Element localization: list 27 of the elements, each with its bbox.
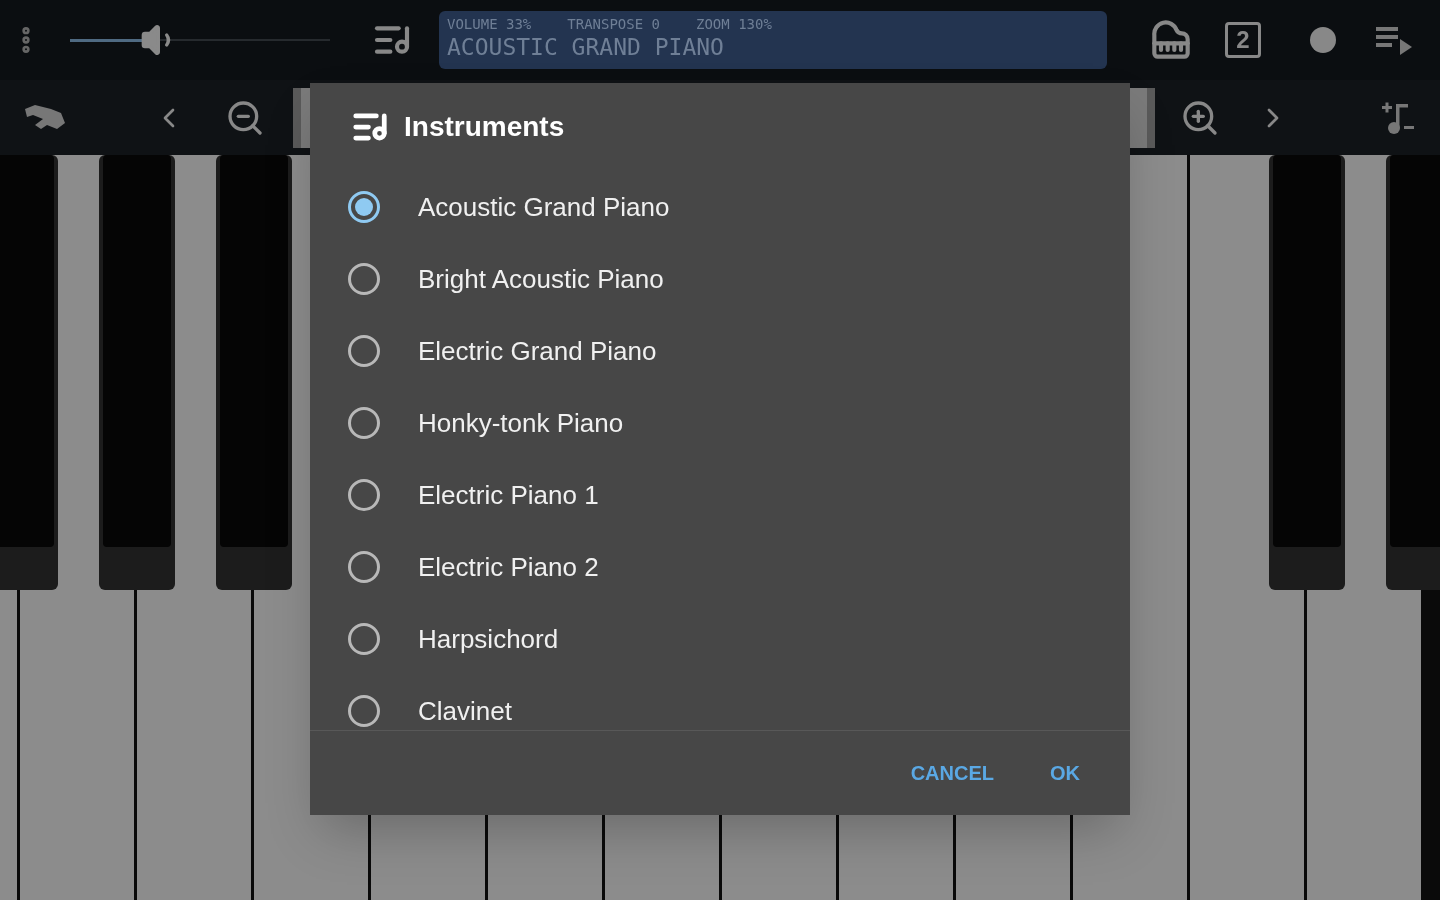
instrument-option[interactable]: Electric Grand Piano [310, 315, 1130, 387]
instrument-option[interactable]: Harpsichord [310, 603, 1130, 675]
instrument-option[interactable]: Electric Piano 1 [310, 459, 1130, 531]
instrument-option[interactable]: Clavinet [310, 675, 1130, 730]
track-number-badge[interactable]: 2 [1225, 22, 1261, 58]
dialog-button[interactable]: CANCEL [892, 750, 1012, 796]
record-icon[interactable] [1310, 27, 1336, 53]
instrument-option[interactable]: Bright Acoustic Piano [310, 243, 1130, 315]
radio-button[interactable] [348, 407, 380, 439]
dialog-button[interactable]: OK [1032, 750, 1098, 796]
volume-slider[interactable] [70, 25, 330, 55]
instrument-option[interactable]: Electric Piano 2 [310, 531, 1130, 603]
lcd-reading: TRANSPOSE 0 [567, 15, 660, 33]
lcd-reading: VOLUME 33% [447, 15, 532, 33]
instrument-option[interactable]: Acoustic Grand Piano [310, 171, 1130, 243]
radio-button[interactable] [348, 191, 380, 223]
lcd-instrument-name: ACOUSTIC GRAND PIANO [447, 33, 725, 61]
lcd-reading: ZOOM 130% [696, 15, 772, 33]
instrument-option[interactable]: Honky-tonk Piano [310, 387, 1130, 459]
piano-icon[interactable] [1151, 20, 1191, 60]
radio-button[interactable] [348, 695, 380, 727]
radio-button[interactable] [348, 551, 380, 583]
dialog-title: Instruments [404, 110, 565, 144]
radio-button[interactable] [348, 479, 380, 511]
radio-button[interactable] [348, 623, 380, 655]
radio-button[interactable] [348, 263, 380, 295]
radio-button[interactable] [348, 335, 380, 367]
